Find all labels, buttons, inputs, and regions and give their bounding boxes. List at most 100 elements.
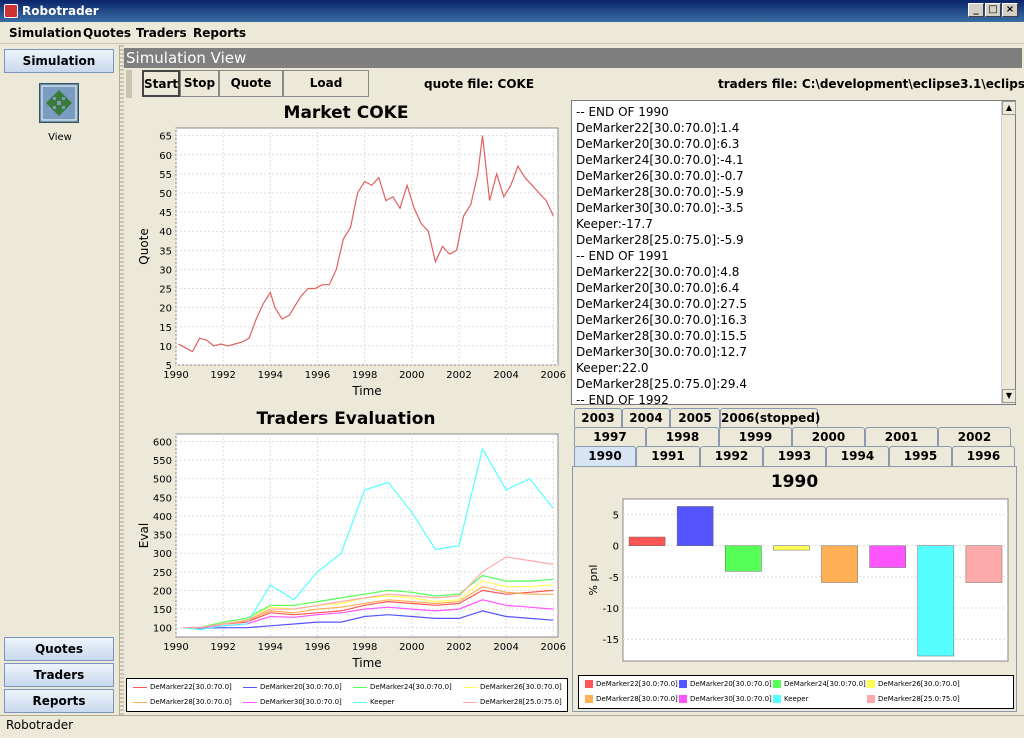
year-tab[interactable]: 2004: [622, 408, 670, 428]
x-tick-label: 1990: [163, 370, 188, 381]
legend-swatch: [133, 701, 147, 703]
year-tab[interactable]: 1995: [889, 446, 952, 466]
quote-db-button[interactable]: Quote DB: [219, 70, 283, 115]
legend-item: DeMarker30[30.0:70.0]: [679, 695, 772, 703]
year-tab[interactable]: 2005: [670, 408, 720, 428]
market-chart: Market COKE 5 10 15 20 25 30 35 40 45 50 55 60 65 199…: [126, 100, 566, 405]
simulation-log[interactable]: ▲ ▼ -- END OF 1990 DeMarker22[30.0:70.0]:…: [571, 100, 1016, 407]
y-tick-label: 50: [159, 189, 172, 200]
y-tick-label: 65: [159, 132, 172, 143]
scroll-up-arrow-icon[interactable]: ▲: [1002, 101, 1016, 115]
start-button[interactable]: Start: [142, 70, 180, 97]
bar: [965, 545, 1003, 583]
y-tick-label: 300: [153, 549, 172, 560]
menu-simulation[interactable]: Simulation: [9, 26, 82, 40]
menu-traders[interactable]: Traders: [136, 26, 187, 40]
traders-eval-chart: Traders Evaluation 100 150 200 250 300 350 400…: [126, 406, 566, 676]
nav-reports-button[interactable]: Reports: [4, 689, 114, 713]
legend-swatch: [463, 701, 477, 703]
log-line: Keeper:22.0: [576, 361, 649, 375]
year-tab[interactable]: 2006(stopped): [720, 408, 820, 428]
log-line: DeMarker22[30.0:70.0]:4.8: [576, 265, 740, 279]
y-tick-label: 60: [159, 151, 172, 162]
menu-bar: Simulation Quotes Traders Reports: [0, 22, 1024, 44]
x-tick-label: 1994: [258, 642, 283, 653]
bar: [725, 545, 762, 572]
y-axis-label: % pnl: [587, 565, 600, 596]
log-scrollbar[interactable]: ▲ ▼: [1001, 101, 1016, 404]
year-tab[interactable]: 1999: [719, 427, 792, 447]
year-tab[interactable]: 1991: [636, 446, 700, 466]
nav-quotes-button[interactable]: Quotes: [4, 637, 114, 661]
bar: [628, 536, 666, 546]
year-tab[interactable]: 2000: [792, 427, 865, 447]
nav-simulation-button[interactable]: Simulation: [4, 49, 114, 73]
y-tick-label: 25: [159, 285, 172, 296]
y-tick-label: 600: [153, 437, 172, 448]
java-app-icon: [4, 4, 18, 18]
year-tab[interactable]: 2003: [574, 408, 622, 428]
legend-swatch: [243, 686, 257, 688]
legend-swatch: [353, 686, 367, 688]
nav-traders-button[interactable]: Traders: [4, 663, 114, 687]
y-tick-label: 15: [159, 323, 172, 334]
year-tab[interactable]: 2002: [938, 427, 1011, 447]
traders-file-label: traders file: C:\development\eclipse3.1\…: [718, 77, 1024, 91]
legend-item: DeMarker28[25.0:75.0]: [463, 698, 562, 706]
maximize-button[interactable]: □: [985, 3, 1001, 17]
log-line: DeMarker24[30.0:70.0]:27.5: [576, 297, 747, 311]
legend-swatch: [867, 680, 875, 688]
legend-item: Keeper: [773, 695, 808, 703]
legend-item: DeMarker26[30.0:70.0]: [463, 683, 562, 691]
year-tab[interactable]: 1996: [952, 446, 1015, 466]
close-button[interactable]: ×: [1002, 3, 1018, 17]
y-tick-label: 30: [159, 265, 172, 276]
legend-swatch: [353, 701, 367, 703]
y-tick-label: 10: [159, 342, 172, 353]
x-tick-label: 2002: [446, 642, 471, 653]
view-icon[interactable]: [39, 83, 79, 123]
legend-label: DeMarker28[30.0:70.0]: [150, 698, 232, 706]
legend-swatch: [133, 686, 147, 688]
year-bar-legend: DeMarker22[30.0:70.0] DeMarker20[30.0:70.…: [578, 675, 1014, 709]
x-tick-label: 2004: [493, 370, 518, 381]
legend-item: DeMarker30[30.0:70.0]: [243, 698, 342, 706]
year-tab[interactable]: 1994: [826, 446, 889, 466]
legend-swatch: [679, 680, 687, 688]
log-line: Keeper:-17.7: [576, 217, 653, 231]
y-tick-label: 20: [159, 304, 172, 315]
y-tick-label: 150: [153, 605, 172, 616]
y-tick-label: 450: [153, 493, 172, 504]
log-line: DeMarker28[30.0:70.0]:-5.9: [576, 185, 744, 199]
menu-quotes[interactable]: Quotes: [83, 26, 131, 40]
year-tab[interactable]: 1990: [574, 446, 636, 466]
log-line: DeMarker26[30.0:70.0]:16.3: [576, 313, 747, 327]
legend-item: DeMarker28[25.0:75.0]: [867, 695, 960, 703]
year-tab[interactable]: 2001: [865, 427, 938, 447]
legend-swatch: [243, 701, 257, 703]
year-tab[interactable]: 1992: [700, 446, 763, 466]
scroll-down-arrow-icon[interactable]: ▼: [1002, 389, 1016, 403]
log-line: DeMarker28[25.0:75.0]:-5.9: [576, 233, 744, 247]
minimize-button[interactable]: _: [968, 3, 984, 17]
menu-reports[interactable]: Reports: [193, 26, 246, 40]
legend-label: Keeper: [370, 698, 395, 706]
year-tab[interactable]: 1993: [763, 446, 826, 466]
year-tab[interactable]: 1998: [646, 427, 719, 447]
panel-splitter[interactable]: [120, 45, 124, 715]
traders-eval-legend: DeMarker22[30.0:70.0] DeMarker20[30.0:70.…: [126, 678, 568, 712]
log-line: -- END OF 1992: [576, 393, 669, 407]
traders-eval-svg: 100 150 200 250 300 350 400 450 500 550 600 1990 199…: [137, 433, 566, 670]
x-tick-label: 2006: [541, 642, 566, 653]
legend-item: DeMarker26[30.0:70.0]: [867, 680, 960, 688]
stop-button[interactable]: Stop: [180, 70, 219, 97]
load-traders-button[interactable]: Load Traders: [283, 70, 369, 115]
legend-swatch: [773, 695, 781, 703]
y-axis-label: Eval: [137, 523, 151, 548]
legend-swatch: [867, 695, 875, 703]
legend-label: DeMarker24[30.0:70.0]: [370, 683, 452, 691]
legend-label: DeMarker22[30.0:70.0]: [150, 683, 232, 691]
y-tick-label: -5: [609, 573, 619, 584]
legend-label: DeMarker30[30.0:70.0]: [260, 698, 342, 706]
year-tab[interactable]: 1997: [574, 427, 646, 447]
